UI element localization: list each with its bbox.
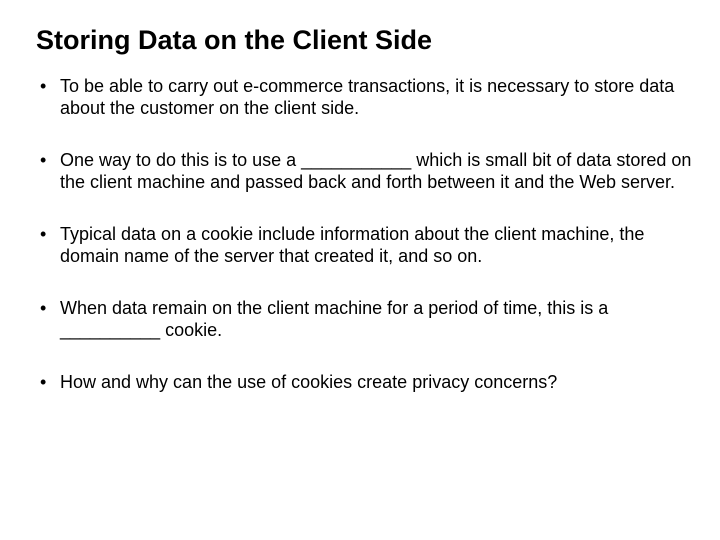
- list-item: When data remain on the client machine f…: [28, 298, 692, 342]
- list-item: One way to do this is to use a _________…: [28, 150, 692, 194]
- list-item: Typical data on a cookie include informa…: [28, 224, 692, 268]
- bullet-list: To be able to carry out e-commerce trans…: [28, 76, 692, 394]
- slide-title: Storing Data on the Client Side: [36, 24, 692, 56]
- list-item: To be able to carry out e-commerce trans…: [28, 76, 692, 120]
- list-item: How and why can the use of cookies creat…: [28, 372, 692, 394]
- slide: Storing Data on the Client Side To be ab…: [0, 0, 720, 540]
